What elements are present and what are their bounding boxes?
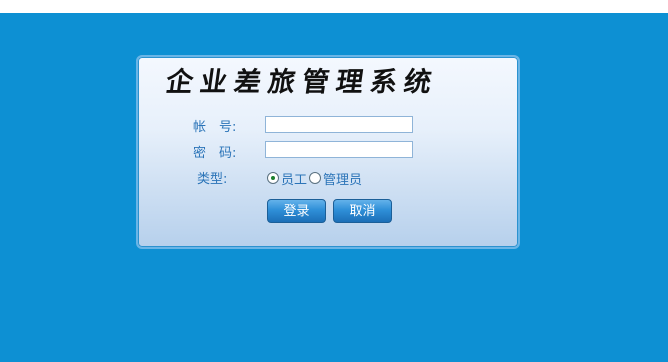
employee-radio-label[interactable]: 员工 [281,169,307,188]
username-input[interactable] [265,116,413,133]
login-panel: 企业差旅管理系统 帐 号: 密 码: 类型: 员工 管理员 登录 取消 [136,55,520,249]
password-label: 密 码: [193,146,237,161]
admin-radio[interactable] [309,172,322,184]
password-input[interactable] [265,141,413,158]
cancel-button[interactable]: 取消 [333,199,392,223]
employee-radio[interactable] [267,172,279,184]
username-label: 帐 号: [193,120,237,135]
user-type-radio-group: 员工 管理员 [267,169,362,188]
user-type-label: 类型: [197,172,228,187]
app-title: 企业差旅管理系统 [163,67,441,98]
login-button[interactable]: 登录 [267,199,326,223]
admin-radio-label[interactable]: 管理员 [323,169,362,188]
